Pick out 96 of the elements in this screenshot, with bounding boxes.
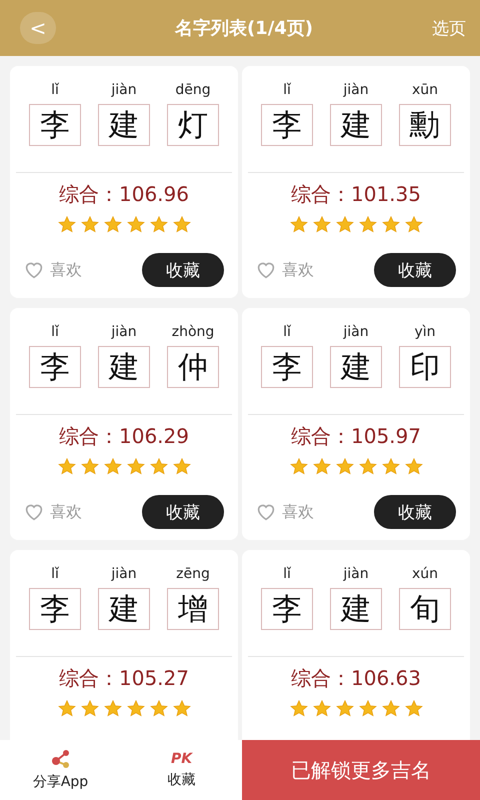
star-icon [336,700,354,717]
name-character: 灯 [167,104,219,146]
star-icon [290,700,308,717]
pinyin: lǐ [283,324,291,342]
star-icon [58,458,76,475]
name-character: 增 [167,588,219,630]
pinyin: yìn [414,324,436,342]
like-button[interactable]: 喜欢 [24,260,82,280]
star-icon [336,458,354,475]
star-icon [290,458,308,475]
star-icon [126,216,144,233]
star-icon [382,216,400,233]
collect-button[interactable]: 收藏 [142,253,224,287]
score: 综合：106.29 [59,423,189,450]
heart-icon [256,261,276,279]
star-icon [126,700,144,717]
name-character: 建 [98,104,150,146]
star-icon [172,458,190,475]
star-icon [80,216,98,233]
score: 综合：105.27 [59,665,189,692]
score: 综合：106.96 [59,181,189,208]
score: 综合：101.35 [291,181,421,208]
pinyin: jiàn [343,324,369,342]
collect-button[interactable]: 收藏 [374,495,456,529]
name-character: 建 [330,346,382,388]
pinyin: zēng [176,566,210,584]
pinyin: dēng [175,82,211,100]
like-button[interactable]: 喜欢 [256,260,314,280]
pinyin: lǐ [51,324,59,342]
heart-icon [24,503,44,521]
name-character: 李 [261,588,313,630]
star-icon [172,216,190,233]
pinyin: xún [412,566,438,584]
star-icon [382,458,400,475]
name-character: 印 [399,346,451,388]
star-icon [104,216,122,233]
score: 综合：106.63 [291,665,421,692]
name-character: 李 [29,104,81,146]
pinyin: jiàn [343,82,369,100]
star-icon [404,216,422,233]
name-character: 勳 [399,104,451,146]
star-icon [150,700,168,717]
pinyin: lǐ [51,82,59,100]
star-icon [358,458,376,475]
pinyin: lǐ [283,82,291,100]
star-icon [104,700,122,717]
star-icon [150,216,168,233]
like-button[interactable]: 喜欢 [24,502,82,522]
collect-button[interactable]: 收藏 [374,253,456,287]
star-icon [312,458,330,475]
star-icon [404,458,422,475]
name-character: 建 [98,588,150,630]
unlock-button[interactable]: 已解锁更多吉名 [242,740,480,800]
star-icon [312,216,330,233]
pinyin: jiàn [111,82,137,100]
like-button[interactable]: 喜欢 [256,502,314,522]
star-icon [358,700,376,717]
score: 综合：105.97 [291,423,421,450]
pinyin: jiàn [111,324,137,342]
share-icon [50,749,72,769]
star-icon [150,458,168,475]
select-page-button[interactable]: 选页 [432,16,466,40]
name-character: 建 [330,104,382,146]
name-character: 李 [261,104,313,146]
name-character: 李 [261,346,313,388]
heart-icon [256,503,276,521]
star-icon [312,700,330,717]
collect-button[interactable]: 收藏 [142,495,224,529]
pinyin: lǐ [51,566,59,584]
name-character: 李 [29,346,81,388]
share-tab[interactable]: 分享App [0,740,121,800]
pinyin: zhòng [172,324,214,342]
star-icon [104,458,122,475]
star-icon [58,700,76,717]
star-icon [358,216,376,233]
page-title: 名字列表(1/4页) [174,17,314,40]
pinyin: jiàn [343,566,369,584]
pk-collect-tab[interactable]: PK 收藏 [121,740,242,800]
star-icon [80,458,98,475]
name-character: 建 [330,588,382,630]
name-character: 旬 [399,588,451,630]
star-icon [382,700,400,717]
star-icon [80,700,98,717]
star-icon [336,216,354,233]
pinyin: jiàn [111,566,137,584]
name-character: 建 [98,346,150,388]
name-character: 李 [29,588,81,630]
star-icon [172,700,190,717]
star-icon [404,700,422,717]
name-character: 仲 [167,346,219,388]
pinyin: xūn [412,82,438,100]
star-icon [58,216,76,233]
star-icon [290,216,308,233]
pinyin: lǐ [283,566,291,584]
heart-icon [24,261,44,279]
star-icon [126,458,144,475]
